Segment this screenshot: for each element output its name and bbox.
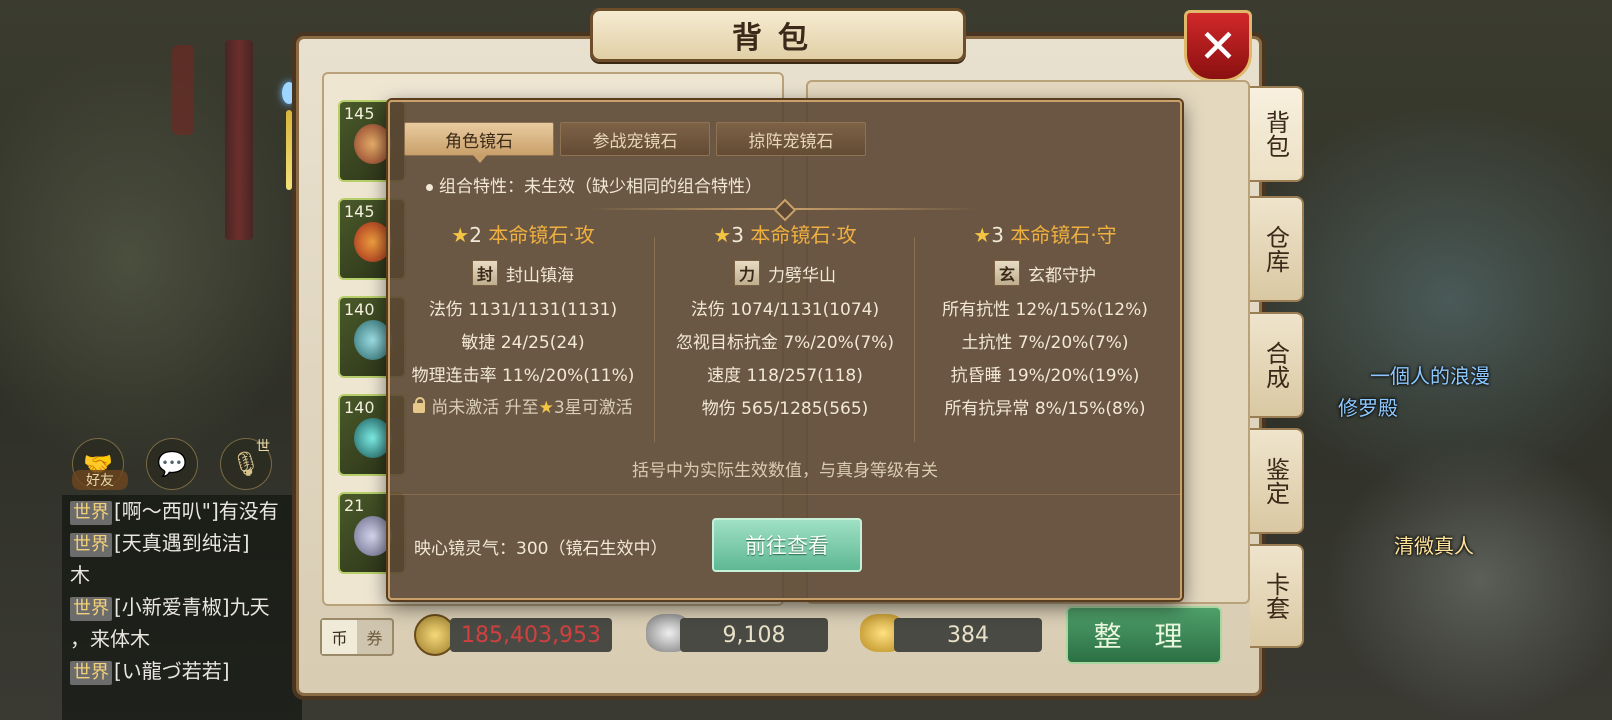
- window-title: 背包: [732, 21, 824, 56]
- mirror-stone-popup: 角色镜石 参战宠镜石 掠阵宠镜石 组合特性：未生效（缺少相同的组合特性） ★2 …: [388, 100, 1182, 600]
- tab-bag[interactable]: 背包: [1250, 86, 1304, 182]
- chat-line: 世界 [小新爱青椒]九天: [62, 591, 302, 623]
- column-divider: [914, 237, 915, 442]
- player-name: 一個人的浪漫: [1370, 364, 1490, 388]
- chat-line: 世界 [い龍づ若若]: [62, 655, 302, 687]
- stone-attr: 抗昏睡 19%/20%(19%): [950, 366, 1140, 386]
- chat-panel[interactable]: 世界 [啊～西叭"]有没有 世界 [天真遇到纯洁] 木 世界 [小新爱青椒]九天 ，来…: [62, 495, 302, 720]
- coins-amount: 185,403,953: [450, 618, 612, 652]
- stone-skill: 力力劈华山: [656, 258, 914, 288]
- go-view-button[interactable]: 前往查看: [712, 518, 862, 572]
- tassel-decoration: [286, 110, 292, 190]
- stone-column-1: ★2 本命镜石·攻 封封山镇海 法伤 1131/1131(1131) 敏捷 24…: [394, 220, 652, 424]
- mirror-spirit-status: 映心镜灵气：300（镜石生效中）: [414, 539, 668, 559]
- world-channel-mark: 世: [256, 439, 270, 455]
- chat-bubble-icon[interactable]: 💬: [146, 438, 198, 490]
- stone-attr: 速度 118/257(118): [707, 366, 863, 386]
- tab-synthesis[interactable]: 合成: [1250, 312, 1304, 418]
- lock-icon: [413, 397, 426, 413]
- armor-icon: [354, 418, 392, 458]
- currency-toggle[interactable]: 币 券: [320, 618, 394, 656]
- npc-name[interactable]: 清微真人: [1394, 530, 1474, 559]
- bag-title-plate: 背包: [590, 8, 966, 62]
- stone-attr: 所有抗性 12%/15%(12%): [942, 300, 1148, 320]
- stone-column-3: ★3 本命镜石·守 玄玄都守护 所有抗性 12%/15%(12%) 土抗性 7%…: [916, 220, 1174, 425]
- tab-appraise[interactable]: 鉴定: [1250, 428, 1304, 534]
- stone-attr: 敏捷 24/25(24): [461, 333, 585, 353]
- weapon-icon: [354, 124, 392, 164]
- stone-skill: 玄玄都守护: [916, 258, 1174, 288]
- helmet-icon: [354, 222, 392, 262]
- jade-charm-icon: [282, 82, 296, 104]
- tab-card-sleeve[interactable]: 卡套: [1250, 544, 1304, 648]
- channel-badge: 世界: [70, 501, 112, 525]
- stone-column-2: ★3 本命镜石·攻 力力劈华山 法伤 1074/1131(1074) 忽视目标抗…: [656, 220, 914, 425]
- chat-line: 世界 [天真遇到纯洁]: [62, 527, 302, 559]
- star-icon: ★: [451, 223, 470, 247]
- stone-skill: 封封山镇海: [394, 258, 652, 288]
- skill-badge-icon: 力: [734, 260, 760, 286]
- tab-battle-pet-stone[interactable]: 参战宠镜石: [560, 122, 710, 156]
- gold-amount: 384: [894, 618, 1042, 652]
- lantern-decoration: [172, 45, 194, 135]
- bullet-icon: [426, 183, 433, 191]
- friends-label: 好友: [72, 470, 128, 490]
- stone-title: ★3 本命镜石·攻: [713, 223, 857, 247]
- channel-badge: 世界: [70, 533, 112, 557]
- skill-badge-icon: 玄: [994, 260, 1020, 286]
- chat-line: 世界 [啊～西叭"]有没有: [62, 495, 302, 527]
- stone-title: ★2 本命镜石·攻: [451, 223, 595, 247]
- tab-raid-pet-stone[interactable]: 掠阵宠镜石: [716, 122, 866, 156]
- skill-badge-icon: 封: [472, 260, 498, 286]
- stone-title: ★3 本命镜石·守: [973, 223, 1117, 247]
- stone-attr: 法伤 1131/1131(1131): [428, 300, 618, 320]
- chat-line: 木: [70, 563, 90, 587]
- column-divider: [654, 237, 655, 442]
- tab-warehouse[interactable]: 仓库: [1250, 196, 1304, 302]
- accessory-icon: [354, 516, 392, 556]
- stone-attr: 物理连击率 11%/20%(11%): [411, 366, 635, 386]
- necklace-icon: [354, 320, 392, 360]
- star-icon: ★: [973, 223, 992, 247]
- star-icon: ★: [713, 223, 732, 247]
- tidy-button[interactable]: 整 理: [1066, 606, 1222, 664]
- stone-attr: 忽视目标抗金 7%/20%(7%): [675, 333, 895, 353]
- footer-divider: [390, 494, 1180, 495]
- effective-value-note: 括号中为实际生效数值，与真身等级有关: [632, 461, 938, 481]
- ornament-divider: [590, 208, 980, 210]
- stone-attr: 物伤 565/1285(565): [701, 399, 869, 419]
- toggle-coin[interactable]: 币: [322, 620, 357, 654]
- silver-amount: 9,108: [680, 618, 828, 652]
- channel-badge: 世界: [70, 597, 112, 621]
- close-button[interactable]: ✕: [1184, 10, 1252, 82]
- close-icon: ✕: [1198, 19, 1238, 73]
- star-icon: ★: [538, 398, 554, 418]
- combo-trait: 组合特性：未生效（缺少相同的组合特性）: [426, 172, 762, 197]
- channel-badge: 世界: [70, 661, 112, 685]
- popup-tabs: 角色镜石 参战宠镜石 掠阵宠镜石: [404, 122, 866, 163]
- tab-character-stone[interactable]: 角色镜石: [404, 122, 554, 163]
- stone-attr: 法伤 1074/1131(1074): [690, 300, 880, 320]
- chat-line: ，来体木: [70, 627, 150, 651]
- pillar-decoration: [225, 40, 253, 240]
- stone-attr: 所有抗异常 8%/15%(8%): [944, 399, 1146, 419]
- guild-name: 修罗殿: [1338, 396, 1398, 420]
- toggle-voucher[interactable]: 券: [357, 620, 392, 654]
- lock-status: 尚未激活 升至★3星可激活: [394, 392, 652, 424]
- stone-attr: 土抗性 7%/20%(7%): [961, 333, 1129, 353]
